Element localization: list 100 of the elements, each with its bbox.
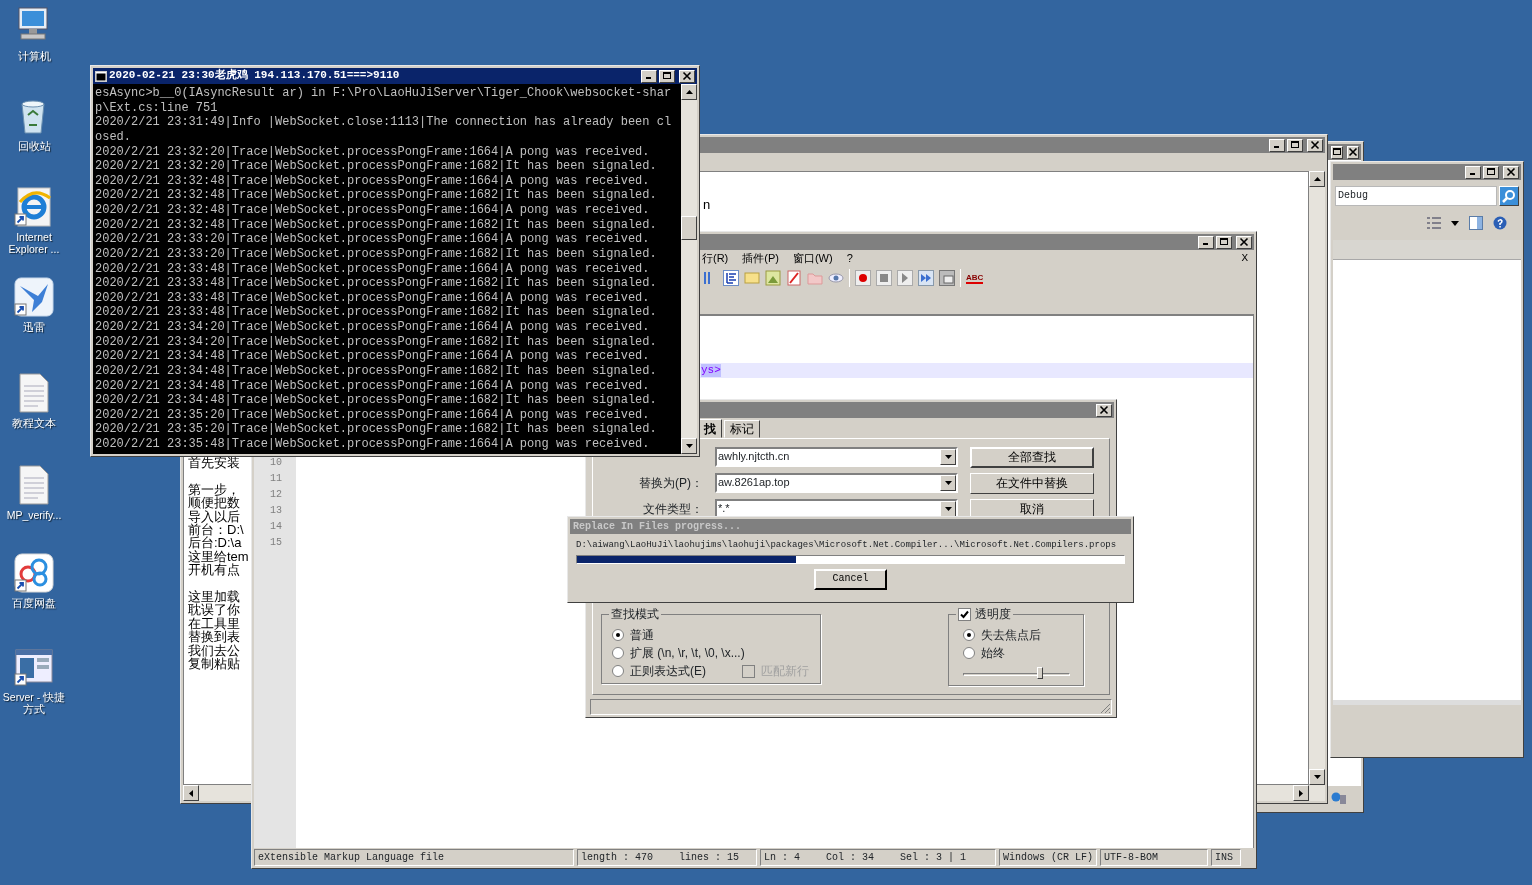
pen-icon[interactable] — [786, 270, 802, 286]
cancel-button[interactable]: Cancel — [814, 568, 887, 590]
status-text: eXtensible Markup Language file — [258, 851, 445, 864]
text-line: 复制粘贴 — [188, 657, 240, 671]
combo-field[interactable]: *.* — [715, 499, 958, 519]
close-button[interactable] — [1236, 235, 1252, 249]
console-line: p\Ext.cs:line 751 — [95, 100, 219, 116]
minimize-button[interactable] — [641, 69, 657, 83]
icon-label[interactable]: Server - 快捷方式 — [0, 691, 68, 715]
record-icon[interactable] — [855, 270, 871, 286]
play-all-icon[interactable] — [918, 270, 934, 286]
icon-label[interactable]: Internet Explorer ... — [0, 231, 68, 255]
icon-label[interactable]: 百度网盘 — [12, 597, 56, 609]
radio-button[interactable] — [612, 629, 624, 641]
scroll-thumb[interactable] — [681, 216, 697, 240]
console-line: 2020/2/21 23:35:20|Trace|WebSocket.processPongFrame:1682|It has been signaled. — [95, 422, 658, 437]
field-value: aw.8261ap.top — [718, 476, 790, 490]
close-button[interactable] — [1307, 138, 1323, 152]
close-document-button[interactable]: X — [1241, 251, 1248, 266]
scroll-up-button[interactable] — [681, 84, 697, 100]
menu-item[interactable]: ? — [846, 251, 853, 266]
scroll-up-button[interactable] — [1309, 171, 1325, 187]
up-arrow-icon — [685, 90, 693, 94]
help-icon[interactable] — [1493, 216, 1507, 230]
dialog-button[interactable]: 全部查找 — [970, 446, 1094, 468]
close-button[interactable] — [679, 69, 695, 83]
group-title: 查找模式 — [609, 607, 661, 622]
caret-icon[interactable] — [1451, 220, 1459, 226]
close-button[interactable] — [1096, 403, 1112, 417]
dropdown-icon[interactable] — [944, 455, 952, 459]
scroll-right-button[interactable] — [1293, 785, 1309, 801]
line-number: 13 — [269, 504, 282, 518]
combo-field[interactable]: awhly.njtcth.cn — [715, 447, 958, 467]
status-text: Col : 34 — [826, 851, 875, 864]
console-line: 2020/2/21 23:32:48|Trace|WebSocket.processPongFrame:1682|It has been signaled. — [95, 217, 658, 233]
icon-label[interactable]: 回收站 — [17, 140, 51, 152]
minimize-button[interactable] — [1465, 165, 1481, 179]
minimize-button[interactable] — [1198, 235, 1214, 249]
play-icon[interactable] — [897, 270, 913, 286]
text-line: 后台:D:\a — [188, 536, 242, 550]
cloud-icon[interactable] — [12, 552, 56, 594]
menu-item[interactable]: 行(R) — [702, 251, 729, 266]
maximize-icon — [1219, 237, 1229, 247]
spellcheck-button[interactable]: ABC — [966, 272, 984, 284]
dropdown-icon[interactable] — [944, 481, 952, 485]
console-line: 2020/2/21 23:33:48|Trace|WebSocket.processPongFrame:1664|A pong was received. — [95, 261, 651, 277]
slider-thumb[interactable] — [1037, 667, 1044, 679]
close-button[interactable] — [1503, 165, 1519, 179]
indent-icon[interactable] — [723, 270, 739, 286]
scrollbar[interactable] — [1309, 171, 1325, 785]
bird-icon[interactable] — [12, 276, 56, 318]
maximize-button[interactable] — [1483, 165, 1499, 179]
tab[interactable]: 标记 — [724, 420, 760, 438]
status-text: UTF-8-BOM — [1104, 851, 1158, 864]
window-icon[interactable] — [12, 646, 56, 688]
list-view-icon[interactable] — [1427, 217, 1441, 229]
right-arrow-icon — [1299, 789, 1303, 797]
maximize-button[interactable] — [1216, 235, 1232, 249]
pane-icon[interactable] — [1469, 216, 1483, 230]
radio-button[interactable] — [612, 647, 624, 659]
close-button[interactable] — [1347, 145, 1359, 159]
dropdown-icon[interactable] — [944, 507, 952, 511]
maximize-button[interactable] — [1331, 145, 1343, 159]
stop-icon[interactable] — [876, 270, 892, 286]
close-icon — [1506, 167, 1516, 177]
checkbox[interactable] — [958, 608, 971, 621]
maximize-button[interactable] — [659, 69, 675, 83]
icon-label[interactable]: 迅雷 — [23, 321, 45, 333]
text-line: 顺便把数 — [188, 496, 240, 510]
console-line: 2020/2/21 23:34:48|Trace|WebSocket.processPongFrame:1682|It has been signaled. — [95, 363, 658, 379]
radio-button[interactable] — [963, 647, 975, 659]
console-line: 2020/2/21 23:33:48|Trace|WebSocket.processPongFrame:1682|It has been signaled. — [95, 276, 658, 291]
tab[interactable]: 找 — [698, 419, 722, 438]
dialog-button[interactable]: 在文件中替换 — [970, 472, 1094, 494]
console-line: 2020/2/21 23:35:20|Trace|WebSocket.processPongFrame:1664|A pong was received. — [95, 407, 651, 423]
icon-label[interactable]: 教程文本 — [12, 417, 56, 429]
scroll-left-button[interactable] — [183, 785, 199, 801]
address-field[interactable]: Debug — [1335, 186, 1497, 206]
radio-button[interactable] — [612, 665, 624, 677]
status-text: Sel : 3 | 1 — [900, 851, 967, 864]
menu-item[interactable]: 插件(P) — [742, 251, 779, 266]
scroll-down-button[interactable] — [1309, 769, 1325, 785]
icon-label[interactable]: 计算机 — [17, 50, 51, 62]
icon-label[interactable]: MP_verify... — [6, 509, 62, 521]
field-value: *.* — [718, 502, 730, 516]
search-button[interactable] — [1499, 186, 1519, 206]
combo-field[interactable]: aw.8261ap.top — [715, 473, 958, 493]
maximize-button[interactable] — [1287, 138, 1303, 152]
down-arrow-icon — [1313, 775, 1321, 779]
slider[interactable] — [963, 667, 1070, 681]
radio-button[interactable] — [963, 629, 975, 641]
menu-item[interactable]: 窗口(W) — [792, 251, 833, 266]
scrollbar[interactable] — [681, 84, 697, 454]
text-line: 这里加载 — [188, 590, 240, 604]
minimize-button[interactable] — [1269, 138, 1285, 152]
scroll-down-button[interactable] — [681, 438, 697, 454]
eye-icon[interactable] — [828, 270, 844, 286]
console-line: 2020/2/21 23:34:48|Trace|WebSocket.processPongFrame:1664|A pong was received. — [95, 378, 651, 394]
field-label: 文件类型： — [642, 501, 703, 517]
console-line: 2020/2/21 23:33:20|Trace|WebSocket.processPongFrame:1682|It has been signaled. — [95, 246, 658, 262]
